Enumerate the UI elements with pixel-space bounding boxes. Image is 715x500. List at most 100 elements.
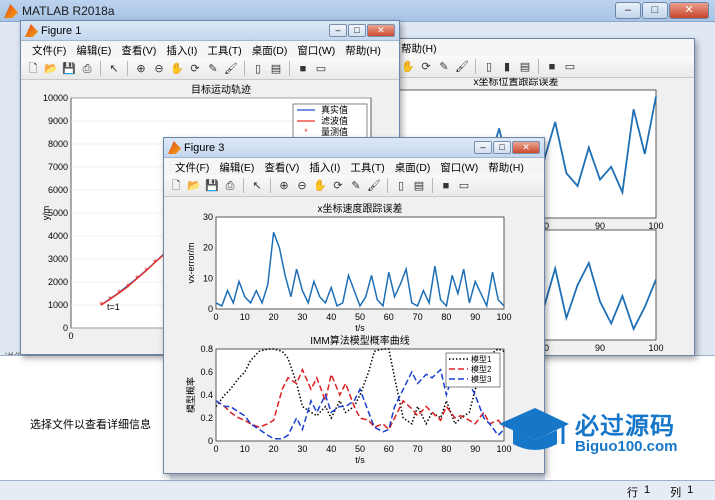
x-tick-label: 0 [213,444,218,454]
data-cursor-icon[interactable]: ✎ [348,178,364,194]
legend-label: 模型3 [471,374,492,384]
pan-icon[interactable]: ✋ [169,61,185,77]
hide-tools-icon[interactable]: ■ [438,178,454,194]
open-icon[interactable]: 📂 [43,61,59,77]
data-cursor-icon[interactable]: ✎ [205,61,221,77]
menu-edit[interactable]: 编辑(E) [71,41,116,58]
colorbar-icon[interactable]: ▮ [499,59,515,75]
x-tick-label: 10 [240,444,250,454]
link-icon[interactable]: ▯ [393,178,409,194]
link-icon[interactable]: ▯ [481,59,497,75]
zoom-out-icon[interactable]: ⊖ [151,61,167,77]
menu-item[interactable]: 帮助(H) [396,39,442,56]
menu-desktop[interactable]: 桌面(D) [390,158,436,175]
data-point: * [144,266,148,276]
close-button[interactable]: ✕ [669,2,709,19]
hide-tools-icon[interactable]: ■ [295,61,311,77]
x-tick-label: 50 [355,312,365,322]
legend-icon[interactable]: ▤ [268,61,284,77]
brush-icon[interactable]: 🖌 [454,59,470,75]
menu-desktop[interactable]: 桌面(D) [247,41,293,58]
menu-edit[interactable]: 编辑(E) [214,158,259,175]
save-icon[interactable]: 💾 [61,61,77,77]
x-tick-label: 20 [269,312,279,322]
link-icon[interactable]: ▯ [250,61,266,77]
figure-3-menubar: 文件(F) 编辑(E) 查看(V) 插入(I) 工具(T) 桌面(D) 窗口(W… [164,158,544,175]
figure-2-menubar: 帮助(H) [396,39,694,56]
data-cursor-icon[interactable]: ✎ [436,59,452,75]
menu-insert[interactable]: 插入(I) [161,41,202,58]
pan-icon[interactable]: ✋ [312,178,328,194]
maximize-button[interactable]: □ [348,24,366,37]
pointer-icon[interactable]: ↖ [249,178,265,194]
print-icon[interactable]: ⎙ [79,61,95,77]
rotate-icon[interactable]: ⟳ [418,59,434,75]
data-point: * [99,300,103,310]
legend-label: 模型1 [471,354,492,364]
menu-view[interactable]: 查看(V) [116,41,161,58]
rotate-icon[interactable]: ⟳ [330,178,346,194]
main-window-title: MATLAB R2018a [22,4,115,18]
y-axis-label: 模型概率 [185,377,196,413]
watermark-brand: 必过源码 [575,413,675,440]
x-tick-label: 0 [213,312,218,322]
row-label: 行 [627,487,638,499]
menu-window[interactable]: 窗口(W) [292,41,340,58]
legend-label: 真实值 [321,104,348,115]
brush-icon[interactable]: 🖌 [223,61,239,77]
pointer-icon[interactable]: ↖ [106,61,122,77]
maximize-button[interactable]: □ [493,141,511,154]
brush-icon[interactable]: 🖌 [366,178,382,194]
dock-icon[interactable]: ▭ [562,59,578,75]
new-figure-icon[interactable]: 🗋 [168,178,184,194]
minimize-button[interactable]: – [615,2,641,19]
x-tick-label: 90 [595,221,605,231]
zoom-in-icon[interactable]: ⊕ [276,178,292,194]
dock-icon[interactable]: ▭ [456,178,472,194]
x-tick-label: 30 [297,312,307,322]
chart-title: IMM算法模型概率曲线 [310,334,409,347]
zoom-out-icon[interactable]: ⊖ [294,178,310,194]
menu-help[interactable]: 帮助(H) [483,158,529,175]
maximize-button[interactable]: □ [642,2,668,19]
status-bar: 行 1 列 1 [0,480,715,500]
dock-icon[interactable]: ▭ [313,61,329,77]
close-button[interactable]: ✕ [367,24,395,37]
legend-icon[interactable]: ▤ [411,178,427,194]
legend-label: 滤波值 [321,115,348,126]
figure-1-controls: – □ ✕ [329,24,395,37]
rotate-icon[interactable]: ⟳ [187,61,203,77]
y-tick-label: 6000 [48,185,68,195]
minimize-button[interactable]: – [329,24,347,37]
watermark: 必过源码 Biguo100.com [495,400,710,460]
minimize-button[interactable]: – [474,141,492,154]
x-tick-label: 100 [648,221,663,231]
save-icon[interactable]: 💾 [204,178,220,194]
graduation-cap-icon [499,408,569,450]
pan-icon[interactable]: ✋ [400,59,416,75]
menu-window[interactable]: 窗口(W) [435,158,483,175]
watermark-url: Biguo100.com [575,438,678,455]
print-icon[interactable]: ⎙ [222,178,238,194]
x-tick-label: 20 [269,444,279,454]
menu-file[interactable]: 文件(F) [27,41,71,58]
legend-icon[interactable]: ▤ [517,59,533,75]
data-point: * [117,288,121,298]
figure-3-window[interactable]: Figure 3 – □ ✕ 文件(F) 编辑(E) 查看(V) 插入(I) 工… [163,137,545,474]
zoom-in-icon[interactable]: ⊕ [133,61,149,77]
open-icon[interactable]: 📂 [186,178,202,194]
menu-help[interactable]: 帮助(H) [340,41,386,58]
menu-insert[interactable]: 插入(I) [304,158,345,175]
menu-tools[interactable]: 工具(T) [202,41,246,58]
detail-panel: 选择文件以查看详细信息 [0,355,170,480]
x-tick-label: 90 [470,312,480,322]
figure-3-toolbar: 🗋 📂 💾 ⎙ ↖ ⊕ ⊖ ✋ ⟳ ✎ 🖌 ▯ ▤ ■ ▭ [164,175,544,197]
hide-tools-icon[interactable]: ■ [544,59,560,75]
figure-3-titlebar: Figure 3 – □ ✕ [164,138,544,158]
new-figure-icon[interactable]: 🗋 [25,61,41,77]
menu-file[interactable]: 文件(F) [170,158,214,175]
close-button[interactable]: ✕ [512,141,540,154]
menu-tools[interactable]: 工具(T) [345,158,389,175]
y-tick-label: 0.6 [200,367,213,377]
menu-view[interactable]: 查看(V) [259,158,304,175]
